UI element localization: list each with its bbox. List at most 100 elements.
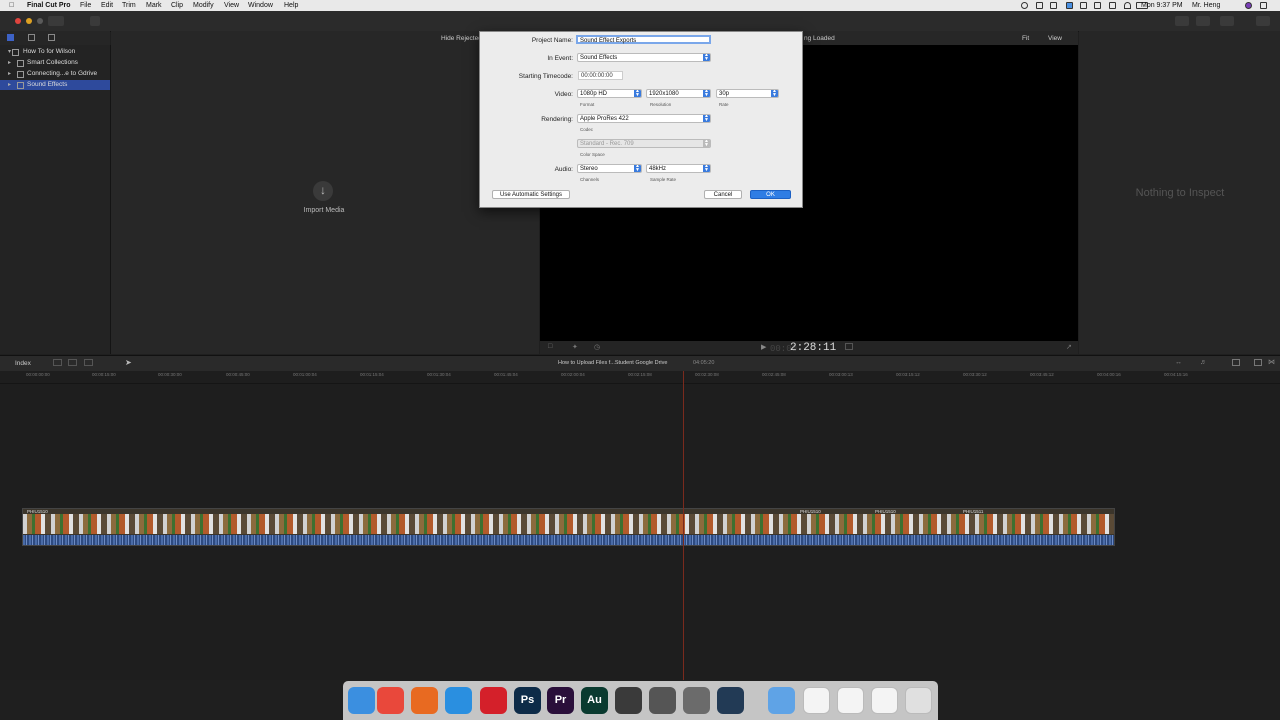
codec-select[interactable]: Apple ProRes 422 ▲ ▼ [577,114,711,123]
clip-appearance-icon[interactable] [1232,359,1240,366]
menu-help[interactable]: Help [284,2,298,9]
zoom-window-button[interactable] [37,18,43,24]
library-item[interactable]: ▸ Sound Effects [0,80,110,90]
siri-icon[interactable] [1245,2,1252,9]
library-item[interactable]: ▾ How To for Wilson [0,47,110,57]
menu-file[interactable]: File [80,2,91,9]
transitions-icon[interactable]: ⋈ [1268,358,1275,366]
ruler-label: 00:03:30:12 [963,372,987,377]
menu-clock[interactable]: Mon 9:37 PM [1141,2,1183,9]
disclosure-triangle-icon[interactable]: ▸ [8,81,11,88]
layout-timeline-button[interactable] [1196,16,1210,26]
view-dropdown[interactable]: View [1048,35,1062,42]
speed-icon[interactable]: ◷ [594,343,600,351]
minimize-window-button[interactable] [26,18,32,24]
append-clip-icon[interactable] [53,359,62,366]
ok-button[interactable]: OK [750,190,791,199]
firefox-icon[interactable] [411,687,438,714]
premiere-icon[interactable]: Pr [547,687,574,714]
libraries-icon[interactable] [7,34,14,41]
use-automatic-settings-button[interactable]: Use Automatic Settings [492,190,570,199]
notification-center-icon[interactable] [1260,2,1267,9]
effects-browser-icon[interactable] [1254,359,1262,366]
video-format-select[interactable]: 1080p HD ▲ ▼ [577,89,642,98]
trash-icon[interactable] [905,687,932,714]
finder-icon[interactable] [348,687,375,714]
enhance-icon[interactable]: ✦ [572,343,578,351]
final-cut-icon[interactable] [615,687,642,714]
hide-rejected-filter[interactable]: Hide Rejected [441,35,482,42]
index-button[interactable]: Index [15,360,31,367]
audio-skimming-icon[interactable]: ♬ [1200,359,1207,366]
layout-library-button[interactable] [1175,16,1189,26]
menu-app-name[interactable]: Final Cut Pro [27,2,71,9]
format-caption: Format [580,102,595,107]
document-icon[interactable] [837,687,864,714]
dropbox-icon[interactable] [1050,2,1057,9]
quicktime-icon[interactable] [717,687,744,714]
document-icon[interactable] [871,687,898,714]
insert-clip-icon[interactable] [68,359,77,366]
menu-clip[interactable]: Clip [171,2,183,9]
transform-icon[interactable]: □ [548,343,552,350]
wifi-icon[interactable] [1124,2,1131,9]
titles-icon[interactable] [48,34,55,41]
motion-icon[interactable] [649,687,676,714]
library-item[interactable]: ▸ Smart Collections [0,58,110,68]
timeline-ruler[interactable]: 00:00:00:00 00:00:15:00 00:00:30:00 00:0… [0,371,1280,384]
opera-icon[interactable] [480,687,507,714]
close-window-button[interactable] [15,18,21,24]
safari-icon[interactable] [445,687,472,714]
audio-meter-icon[interactable] [845,343,853,350]
apple-icon[interactable]:  [9,2,14,9]
rendering-label: Rendering: [541,116,573,123]
sample-rate-select[interactable]: 48kHz ▲ ▼ [646,164,711,173]
event-select[interactable]: Sound Effects ▲ ▼ [577,53,711,62]
disclosure-triangle-icon[interactable]: ▸ [8,70,11,77]
chrome-icon[interactable] [377,687,404,714]
disclosure-triangle-icon[interactable]: ▾ [8,48,11,55]
import-media-button[interactable]: ↓ [313,181,333,201]
cancel-button[interactable]: Cancel [704,190,742,199]
status-icon[interactable] [1066,2,1073,9]
menu-trim[interactable]: Trim [122,2,136,9]
layout-inspector-button[interactable] [1220,16,1234,26]
starting-timecode-input[interactable]: 00:00:00:00 [578,71,623,80]
folder-icon[interactable] [768,687,795,714]
playhead[interactable] [683,371,684,680]
system-preferences-icon[interactable] [683,687,710,714]
status-icon[interactable] [1021,2,1028,9]
project-name-input[interactable]: Sound Effect Exports [576,35,711,44]
play-icon[interactable]: ▶ [761,343,766,351]
photos-icon[interactable] [28,34,35,41]
resolution-select[interactable]: 1920x1080 ▲ ▼ [646,89,711,98]
airplay-icon[interactable] [1080,2,1087,9]
select-tool-icon[interactable]: ➤ [125,358,132,367]
bluetooth-icon[interactable] [1094,2,1101,9]
fit-dropdown[interactable]: Fit [1022,35,1029,42]
volume-icon[interactable] [1109,2,1116,9]
audition-icon[interactable]: Au [581,687,608,714]
menu-edit[interactable]: Edit [101,2,113,9]
disclosure-triangle-icon[interactable]: ▸ [8,59,11,66]
menu-modify[interactable]: Modify [193,2,214,9]
library-item[interactable]: ▸ Connecting...e to Gdrive [0,69,110,79]
status-icon[interactable] [1036,2,1043,9]
menu-mark[interactable]: Mark [146,2,162,9]
project-duration: 04:05:20 [693,360,715,366]
document-icon[interactable] [803,687,830,714]
menu-window[interactable]: Window [248,2,273,9]
zoom-icon[interactable]: ↔ [1175,359,1182,366]
audio-channels-select[interactable]: Stereo ▲ ▼ [577,164,642,173]
share-button[interactable] [1256,16,1270,26]
fullscreen-icon[interactable]: ↗ [1066,343,1072,351]
keyword-button[interactable] [90,16,100,26]
import-toolbar-button[interactable] [48,16,64,26]
library-sidebar: ▾ How To for Wilson ▸ Smart Collections … [0,45,111,354]
menu-view[interactable]: View [224,2,239,9]
overwrite-clip-icon[interactable] [84,359,93,366]
photoshop-icon[interactable]: Ps [514,687,541,714]
rate-select[interactable]: 30p ▲ ▼ [716,89,779,98]
menu-user[interactable]: Mr. Heng [1192,2,1220,9]
timeline-clip[interactable]: PHIU1510 PHIU1510 PHIU1510 PHIU1511 [22,508,1115,546]
